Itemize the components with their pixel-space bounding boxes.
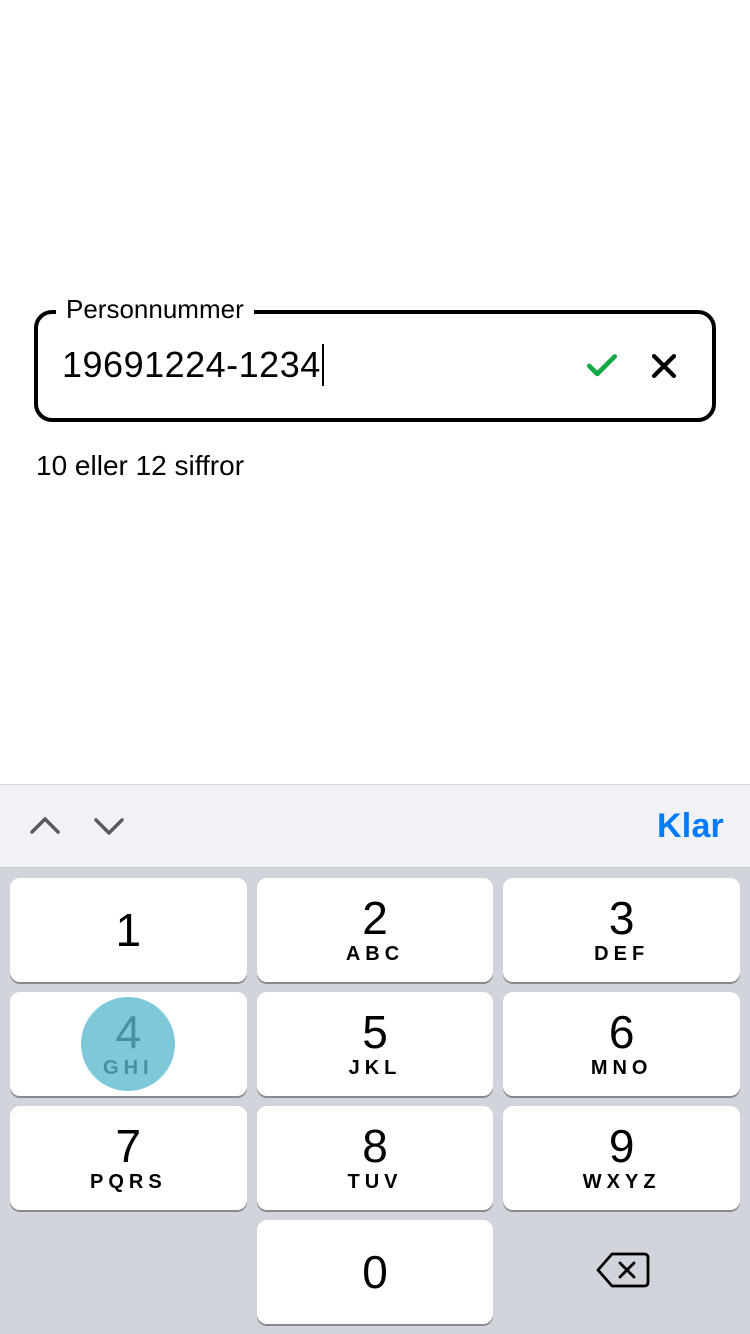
key-letters: GHI: [103, 1057, 154, 1080]
key-7[interactable]: 7PQRS: [10, 1106, 247, 1210]
key-digit: 5: [362, 1009, 388, 1055]
key-0[interactable]: 0: [257, 1220, 494, 1324]
key-digit: 3: [609, 895, 635, 941]
field-label: Personnummer: [56, 294, 254, 325]
backspace-icon: [594, 1250, 650, 1295]
text-cursor: [322, 344, 324, 386]
key-2[interactable]: 2ABC: [257, 878, 494, 982]
backspace-key[interactable]: [503, 1220, 740, 1324]
key-1[interactable]: 1: [10, 878, 247, 982]
personnummer-input-box[interactable]: 19691224-1234: [34, 310, 716, 422]
key-digit: 0: [362, 1249, 388, 1295]
key-digit: 9: [609, 1123, 635, 1169]
personnummer-input[interactable]: 19691224-1234: [62, 344, 564, 388]
key-digit: 6: [609, 1009, 635, 1055]
key-8[interactable]: 8TUV: [257, 1106, 494, 1210]
key-3[interactable]: 3DEF: [503, 878, 740, 982]
key-digit: 4: [116, 1009, 142, 1055]
key-digit: 2: [362, 895, 388, 941]
key-letters: JKL: [349, 1057, 402, 1080]
clear-input-button[interactable]: [640, 342, 688, 390]
key-letters: DEF: [594, 943, 649, 966]
key-digit: 7: [116, 1123, 142, 1169]
valid-checkmark-icon: [578, 342, 626, 390]
key-9[interactable]: 9WXYZ: [503, 1106, 740, 1210]
helper-text: 10 eller 12 siffror: [36, 450, 716, 482]
key-4[interactable]: 4GHI: [10, 992, 247, 1096]
prev-field-button[interactable]: [26, 807, 64, 845]
key-digit: 8: [362, 1123, 388, 1169]
keyboard-done-button[interactable]: Klar: [657, 807, 724, 846]
key-letters: TUV: [347, 1171, 402, 1194]
key-blank: [10, 1220, 247, 1324]
input-value-text: 19691224-1234: [62, 344, 321, 385]
key-letters: ABC: [346, 943, 404, 966]
key-5[interactable]: 5JKL: [257, 992, 494, 1096]
key-6[interactable]: 6MNO: [503, 992, 740, 1096]
key-digit: 1: [116, 907, 142, 953]
key-letters: MNO: [591, 1057, 653, 1080]
keyboard-accessory-bar: Klar: [0, 784, 750, 868]
numeric-keyboard: Klar 12ABC3DEF4GHI5JKL6MNO7PQRS8TUV9WXYZ…: [0, 784, 750, 1334]
next-field-button[interactable]: [90, 807, 128, 845]
key-letters: PQRS: [90, 1171, 167, 1194]
key-letters: WXYZ: [583, 1171, 661, 1194]
personnummer-field-wrap: Personnummer 19691224-1234: [34, 310, 716, 422]
